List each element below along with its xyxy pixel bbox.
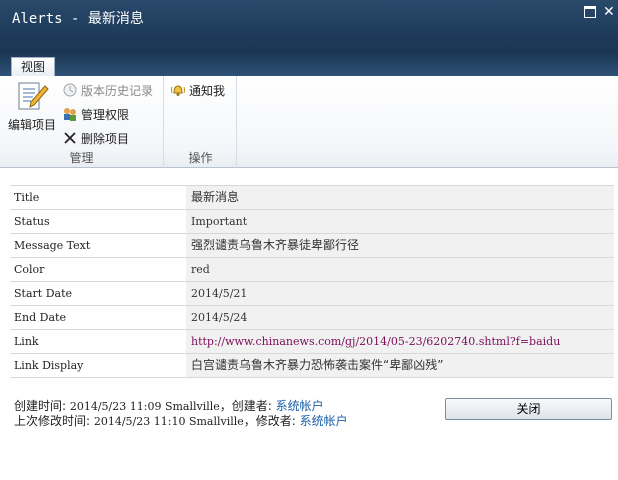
- field-value: 2014/5/21: [186, 282, 614, 305]
- window-title: Alerts - 最新消息: [12, 11, 144, 27]
- field-label: Link: [10, 330, 186, 353]
- manage-group-label: 管理: [69, 151, 94, 165]
- permissions-icon: [64, 108, 76, 121]
- delete-item-label: 删除项目: [81, 131, 130, 146]
- field-label: Status: [10, 210, 186, 233]
- close-button[interactable]: 关闭: [445, 398, 612, 420]
- actions-group: 通知我 操作: [165, 76, 237, 168]
- modified-by-prefix: ，修改者:: [243, 414, 300, 428]
- delete-icon: [64, 132, 76, 144]
- ribbon: 编辑项目 版本历史记录 管理权限 删除项目 管理 通知我 操作: [0, 76, 618, 168]
- modified-prefix: 上次修改时间:: [14, 414, 94, 428]
- created-time: 2014/5/23 11:09 Smallville: [69, 400, 220, 413]
- field-row-message-text: Message Text 强烈谴责乌鲁木齐暴徒卑鄙行径: [10, 234, 614, 258]
- field-value: 白宫谴责乌鲁木齐暴力恐怖袭击案件“卑鄙凶残”: [186, 354, 614, 377]
- manage-group: 编辑项目 版本历史记录 管理权限 删除项目 管理: [0, 76, 164, 168]
- field-row-link: Link http://www.chinanews.com/gj/2014/05…: [10, 330, 614, 354]
- bell-icon: [171, 85, 185, 96]
- field-label: End Date: [10, 306, 186, 329]
- history-icon: [63, 83, 77, 97]
- field-label: Message Text: [10, 234, 186, 257]
- field-row-start-date: Start Date 2014/5/21: [10, 282, 614, 306]
- actions-group-label: 操作: [188, 151, 213, 165]
- modified-by-link[interactable]: 系统帐户: [300, 414, 348, 428]
- created-by-link[interactable]: 系统帐户: [276, 399, 324, 413]
- field-row-end-date: End Date 2014/5/24: [10, 306, 614, 330]
- delete-item-button[interactable]: 删除项目: [62, 128, 129, 148]
- item-audit-info: 创建时间: 2014/5/23 11:09 Smallville，创建者: 系统…: [14, 399, 348, 429]
- field-value: 最新消息: [186, 186, 614, 209]
- field-row-status: Status Important: [10, 210, 614, 234]
- link-url[interactable]: http://www.chinanews.com/gj/2014/05-23/6…: [191, 335, 560, 348]
- field-value: Important: [186, 210, 614, 233]
- created-prefix: 创建时间:: [14, 399, 70, 413]
- field-row-title: Title 最新消息: [10, 186, 614, 210]
- edit-item-label: 编辑项目: [7, 118, 56, 132]
- created-line: 创建时间: 2014/5/23 11:09 Smallville，创建者: 系统…: [14, 399, 348, 414]
- alert-me-button[interactable]: 通知我: [170, 80, 225, 100]
- edit-item-button[interactable]: 编辑项目: [4, 80, 60, 136]
- close-icon[interactable]: ✕: [603, 5, 615, 19]
- item-properties-table: Title 最新消息 Status Important Message Text…: [10, 185, 614, 378]
- modified-line: 上次修改时间: 2014/5/23 11:10 Smallville，修改者: …: [14, 414, 348, 429]
- field-value: http://www.chinanews.com/gj/2014/05-23/6…: [186, 330, 614, 353]
- maximize-icon[interactable]: [584, 6, 596, 18]
- manage-permissions-label: 管理权限: [81, 107, 130, 122]
- created-by-prefix: ，创建者:: [219, 399, 276, 413]
- field-row-link-display: Link Display 白宫谴责乌鲁木齐暴力恐怖袭击案件“卑鄙凶残”: [10, 354, 614, 378]
- manage-permissions-button[interactable]: 管理权限: [62, 104, 129, 124]
- ribbon-tabstrip: 视图: [0, 52, 618, 77]
- alert-me-label: 通知我: [189, 83, 226, 98]
- field-label: Color: [10, 258, 186, 281]
- field-label: Start Date: [10, 282, 186, 305]
- field-value: 2014/5/24: [186, 306, 614, 329]
- tab-view[interactable]: 视图: [11, 57, 55, 77]
- field-row-color: Color red: [10, 258, 614, 282]
- modified-time: 2014/5/23 11:10 Smallville: [93, 415, 244, 428]
- field-value: 强烈谴责乌鲁木齐暴徒卑鄙行径: [186, 234, 614, 257]
- edit-item-icon: [18, 82, 49, 110]
- field-label: Title: [10, 186, 186, 209]
- field-value: red: [186, 258, 614, 281]
- version-history-label: 版本历史记录: [81, 83, 154, 98]
- field-label: Link Display: [10, 354, 186, 377]
- version-history-button[interactable]: 版本历史记录: [62, 80, 153, 100]
- window-titlebar: Alerts - 最新消息 ✕: [0, 0, 618, 52]
